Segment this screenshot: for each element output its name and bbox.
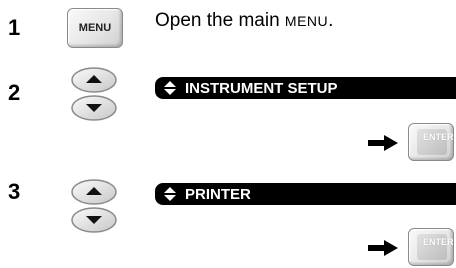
menu-item-label: INSTRUMENT SETUP xyxy=(185,79,338,97)
right-arrow-icon xyxy=(368,135,398,151)
up-down-selector-icon xyxy=(164,187,176,201)
menu-item-label: PRINTER xyxy=(185,185,251,203)
enter-key-button[interactable]: ENTER xyxy=(408,228,454,266)
step-1-instruction: Open the main MENU. xyxy=(155,10,333,32)
up-down-arrow-keys[interactable] xyxy=(67,66,123,124)
instruction-text: Open the main xyxy=(155,10,285,31)
up-down-arrow-keys[interactable] xyxy=(67,178,123,236)
menu-item-printer[interactable]: PRINTER xyxy=(155,183,456,205)
enter-key-label: ENTER xyxy=(423,237,454,247)
menu-item-instrument-setup[interactable]: INSTRUMENT SETUP xyxy=(155,77,456,99)
instruction-key-name: MENU xyxy=(284,13,329,29)
step-3-number: 3 xyxy=(8,179,21,204)
step-1-number: 1 xyxy=(8,15,21,40)
instruction-period: . xyxy=(328,10,334,31)
enter-key-label: ENTER xyxy=(423,132,454,142)
enter-key-button[interactable]: ENTER xyxy=(408,123,454,161)
menu-key-label: MENU xyxy=(78,22,112,34)
up-down-selector-icon xyxy=(164,81,176,95)
menu-key-button[interactable]: MENU xyxy=(67,8,123,48)
right-arrow-icon xyxy=(368,240,398,256)
step-2-number: 2 xyxy=(8,80,21,105)
